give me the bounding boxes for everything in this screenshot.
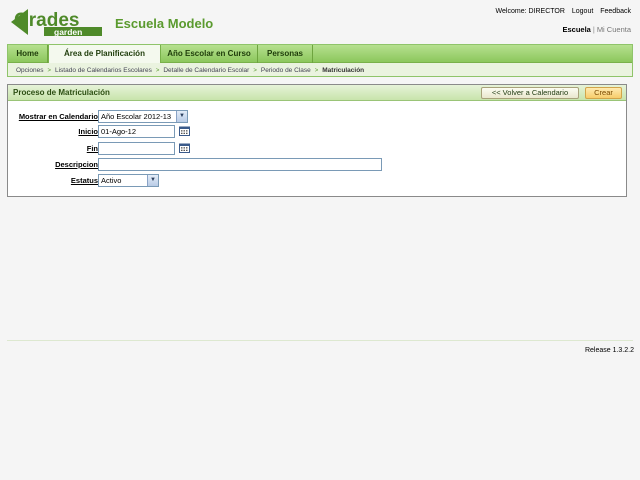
start-date-input[interactable]: 01-Ago-12 (98, 125, 175, 138)
tab-planning-area[interactable]: Área de Planificación (48, 45, 161, 63)
context-separator: | (592, 25, 595, 34)
breadcrumb-separator-icon: > (253, 68, 257, 74)
grades-garden-logo[interactable]: Grades garden (8, 6, 104, 38)
school-name: Escuela Modelo (115, 16, 214, 31)
show-in-calendar-label: Mostrar en Calendario (18, 112, 98, 121)
tab-home[interactable]: Home (8, 45, 48, 63)
user-links: Welcome: DIRECTOR Logout Feedback (491, 8, 631, 15)
calendar-icon[interactable] (179, 126, 190, 136)
main-navigation: Home Área de Planificación Año Escolar e… (7, 44, 633, 77)
create-button[interactable]: Crear (585, 87, 622, 99)
logo-text-bottom: garden (54, 27, 82, 37)
calendar-icon[interactable] (179, 143, 190, 153)
form-row-calendar: Mostrar en Calendario Año Escolar 2012-1… (8, 110, 626, 124)
chevron-down-icon[interactable]: ▼ (147, 175, 158, 186)
breadcrumb-separator-icon: > (47, 68, 51, 74)
breadcrumb-calendar-list[interactable]: Listado de Calendarios Escolares (55, 67, 152, 74)
panel-title: Proceso de Matriculación (13, 88, 110, 97)
context-school-link[interactable]: Escuela (563, 25, 591, 34)
status-select[interactable]: Activo ▼ (98, 174, 159, 187)
header: Grades garden Escuela Modelo Welcome: DI… (0, 0, 640, 44)
end-label: Fin (86, 144, 98, 153)
footer-divider (7, 340, 633, 341)
breadcrumb-separator-icon: > (155, 68, 160, 74)
description-label: Descripcion (55, 160, 98, 169)
breadcrumb-options[interactable]: Opciones (16, 67, 43, 74)
breadcrumb-separator-icon: > (314, 68, 319, 74)
chevron-down-icon[interactable]: ▼ (176, 111, 187, 122)
show-in-calendar-select[interactable]: Año Escolar 2012-13 ▼ (98, 110, 188, 123)
panel-header: Proceso de Matriculación << Volver a Cal… (8, 85, 626, 101)
tab-bar: Home Área de Planificación Año Escolar e… (8, 45, 632, 63)
breadcrumb-current-enrollment: Matriculación (322, 67, 365, 74)
welcome-text: Welcome: DIRECTOR (495, 8, 565, 15)
logout-link[interactable]: Logout (572, 8, 593, 15)
description-input[interactable] (98, 158, 382, 171)
tab-current-school-year[interactable]: Año Escolar en Curso (161, 45, 258, 63)
context-switcher: Escuela | Mi Cuenta (563, 25, 632, 34)
status-value: Activo (101, 176, 122, 185)
form-row-status: Estatus Activo ▼ (8, 174, 626, 188)
back-to-calendar-button[interactable]: << Volver a Calendario (481, 87, 579, 99)
form-row-description: Descripcion (8, 158, 626, 172)
end-date-input[interactable] (98, 142, 175, 155)
show-in-calendar-value: Año Escolar 2012-13 (101, 112, 172, 121)
breadcrumb: Opciones > Listado de Calendarios Escolare… (16, 67, 364, 74)
enrollment-panel: Proceso de Matriculación << Volver a Cal… (7, 84, 627, 197)
context-account-link[interactable]: Mi Cuenta (597, 25, 631, 34)
start-label: Inicio (78, 127, 98, 136)
status-label: Estatus (70, 176, 98, 185)
tab-people[interactable]: Personas (258, 45, 313, 63)
form-row-start: Inicio 01-Ago-12 (8, 125, 626, 139)
form-row-end: Fin (8, 142, 626, 156)
breadcrumb-class-period[interactable]: Periodo de Clase (261, 67, 311, 74)
breadcrumb-calendar-detail[interactable]: Detalle de Calendario Escolar (163, 67, 249, 74)
release-version: Release 1.3.2.2 (584, 347, 634, 354)
feedback-link[interactable]: Feedback (600, 8, 631, 15)
